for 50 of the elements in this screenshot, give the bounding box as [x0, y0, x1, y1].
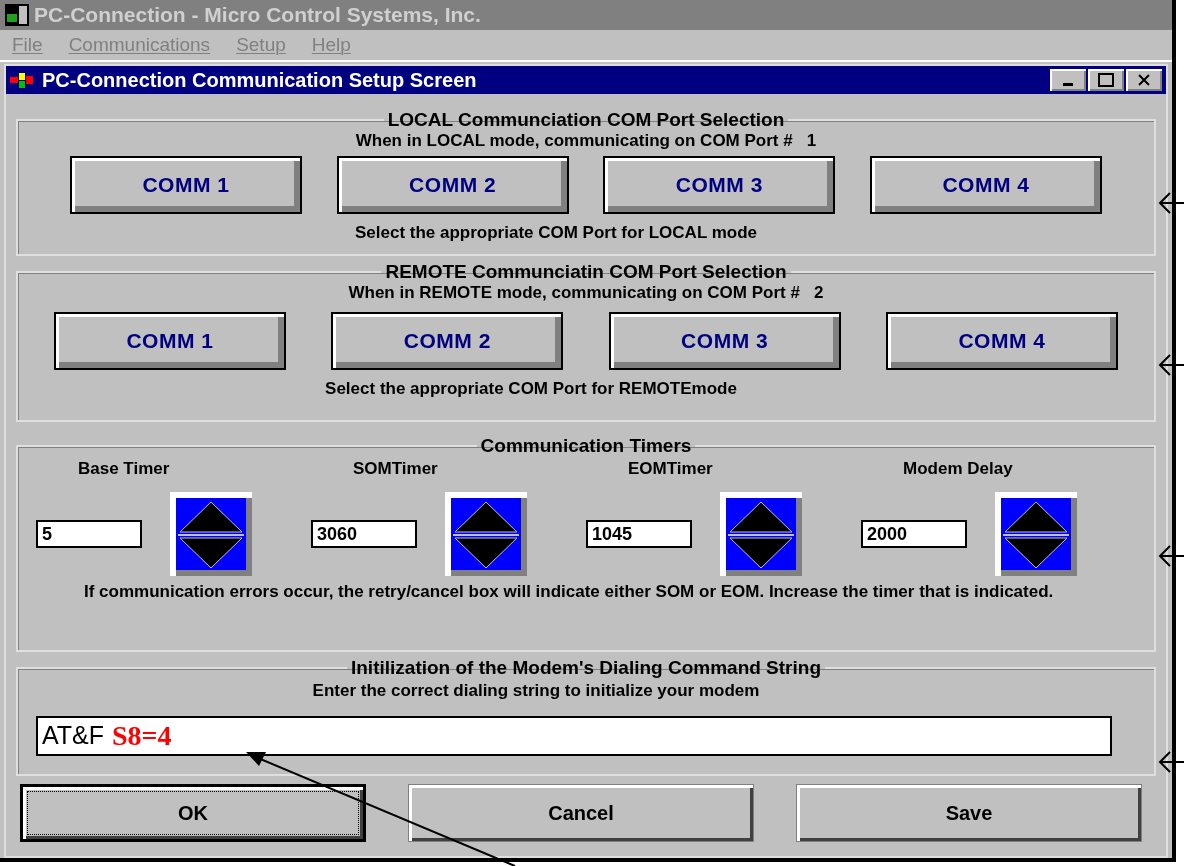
com-port-button[interactable]: COMM 3	[603, 156, 836, 214]
minimize-button[interactable]	[1050, 69, 1086, 91]
field-value: AT&F	[42, 719, 105, 751]
timer-field[interactable]: 3060	[311, 519, 417, 548]
annotation-text: S8=4	[112, 718, 172, 753]
com-port-button[interactable]: COMM 3	[608, 312, 841, 370]
dial-string-field[interactable]: AT&F S8=4	[36, 715, 1112, 756]
hint-text: Enter the correct dialing string to initialize your modem	[311, 680, 761, 702]
timer-note: If communication errors occur, the retry/cancel box will indicate either SOM or EOM. Increase the timer that is indicated.	[84, 581, 1055, 602]
spin-button[interactable]	[445, 491, 527, 576]
com-port-button[interactable]: COMM 1	[54, 312, 286, 370]
timer-field[interactable]: 1045	[586, 519, 692, 548]
spin-button[interactable]	[995, 491, 1077, 576]
com-port-button[interactable]: COMM 1	[70, 156, 302, 214]
up-down-arrows-icon	[451, 497, 521, 570]
app-icon	[10, 71, 34, 89]
com-port-button[interactable]: COMM 4	[886, 312, 1118, 370]
timer-label: SOMTimer	[352, 458, 439, 480]
window-title: PC-Connection - Micro Control Systems, Inc.	[34, 2, 481, 29]
port-status: When in LOCAL mode, communicating on COM Port # 1	[354, 130, 818, 152]
timer-label: Modem Delay	[902, 458, 1014, 480]
dialog-button[interactable]: Cancel	[408, 784, 754, 842]
timer-label: EOMTimer	[627, 458, 714, 480]
group-title: LOCAL Communciation COM Port Selection	[386, 110, 786, 130]
hint-text: Select the appropriate COM Port for LOCAL mode	[353, 222, 759, 244]
group-title: Initilization of the Modem's Dialing Command String	[350, 658, 822, 678]
up-down-arrows-icon	[176, 497, 246, 570]
group-title: Communication Timers	[479, 436, 693, 456]
up-down-arrows-icon	[1001, 497, 1071, 570]
hint-text: Select the appropriate COM Port for REMOTEmode	[324, 378, 738, 400]
window-title: PC-Connection Communication Setup Screen	[42, 68, 478, 93]
com-port-button[interactable]: COMM 4	[869, 156, 1102, 214]
group-title: REMOTE Communciatin COM Port Selection	[384, 262, 788, 282]
dialog-button[interactable]: Save	[796, 784, 1142, 842]
spin-button[interactable]	[170, 491, 252, 576]
com-port-button[interactable]: COMM 2	[336, 156, 569, 214]
spin-button[interactable]	[720, 491, 802, 576]
maximize-icon	[1098, 73, 1114, 87]
timer-field[interactable]: 2000	[861, 519, 967, 548]
dialog-button[interactable]: OK	[20, 784, 366, 842]
maximize-button[interactable]	[1088, 69, 1124, 91]
minimize-icon	[1063, 82, 1073, 86]
com-port-button[interactable]: COMM 2	[331, 312, 564, 370]
close-button[interactable]	[1126, 69, 1162, 91]
port-status: When in REMOTE mode, communicating on COM Port # 2	[347, 282, 825, 304]
timer-label: Base Timer	[77, 458, 171, 480]
timer-field[interactable]: 5	[36, 519, 142, 548]
close-icon	[1137, 73, 1151, 87]
up-down-arrows-icon	[726, 497, 796, 570]
app-icon	[4, 2, 30, 28]
